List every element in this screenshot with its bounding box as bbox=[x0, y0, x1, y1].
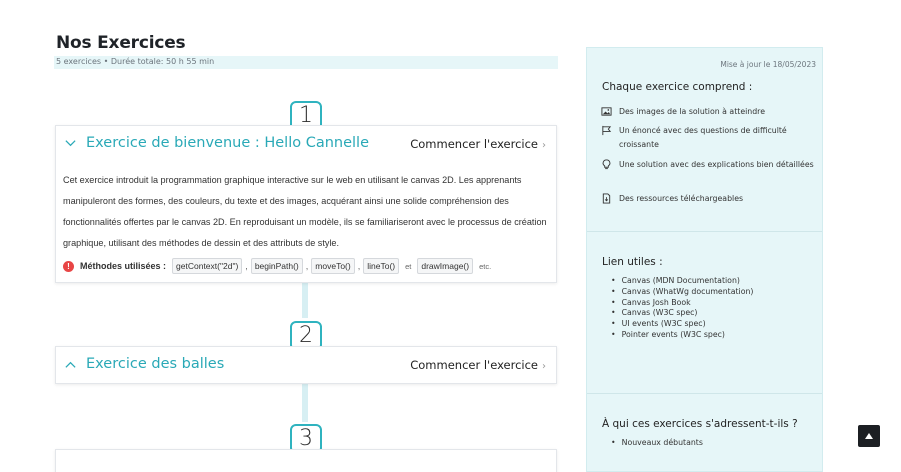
lightbulb-icon bbox=[602, 159, 611, 170]
method-code: moveTo() bbox=[311, 258, 355, 274]
method-code: lineTo() bbox=[363, 258, 400, 274]
useful-link[interactable]: Canvas (MDN Documentation) bbox=[611, 276, 753, 287]
useful-link[interactable]: Canvas (W3C spec) bbox=[611, 308, 753, 319]
method-separator: , bbox=[245, 261, 248, 271]
method-code: getContext("2d") bbox=[172, 258, 243, 274]
useful-link[interactable]: Canvas (WhatWg documentation) bbox=[611, 287, 754, 298]
image-icon bbox=[601, 107, 612, 116]
chevron-right-icon: › bbox=[542, 140, 546, 151]
method-code: drawImage() bbox=[417, 258, 474, 274]
start-exercise-label[interactable]: Commencer l'exercice bbox=[410, 137, 538, 151]
methods-and: et bbox=[405, 261, 412, 271]
include-item: Une solution avec des explications bien … bbox=[601, 158, 816, 172]
caret-up-icon bbox=[865, 433, 873, 439]
exercise-card: Exercice de bienvenue : Hello Cannelle C… bbox=[55, 125, 557, 283]
page-subtitle: 5 exercices • Durée totale: 50 h 55 min bbox=[56, 57, 215, 66]
exercise-card: Exercice des balles Commencer l'exercice… bbox=[55, 346, 557, 384]
exercise-description: Cet exercice introduit la programmation … bbox=[63, 175, 547, 248]
exercise-title[interactable]: Exercice de bienvenue : Hello Cannelle bbox=[86, 135, 369, 151]
scroll-to-top-button[interactable] bbox=[858, 425, 880, 447]
chevron-down-icon[interactable] bbox=[64, 137, 77, 150]
links-heading: Lien utiles : bbox=[602, 256, 663, 268]
exercise-card-header[interactable]: Exercice de bienvenue : Hello Cannelle C… bbox=[56, 126, 556, 162]
include-item: Des ressources téléchargeables bbox=[601, 192, 816, 206]
useful-link[interactable]: Pointer events (W3C spec) bbox=[611, 330, 753, 341]
exercise-card bbox=[55, 449, 557, 472]
flag-icon bbox=[602, 125, 612, 136]
includes-heading: Chaque exercice comprend : bbox=[602, 81, 753, 93]
start-exercise-link[interactable]: Commencer l'exercice › bbox=[410, 358, 546, 372]
sidebar: Mise à jour le 18/05/2023 Chaque exercic… bbox=[586, 47, 823, 472]
include-item: Un énoncé avec des questions de difficul… bbox=[601, 124, 816, 152]
timeline-connector bbox=[302, 384, 308, 422]
methods-etc: etc. bbox=[479, 261, 492, 271]
useful-links: Canvas (MDN Documentation) Canvas (WhatW… bbox=[611, 276, 754, 341]
sidebar-divider bbox=[587, 231, 822, 232]
methods-used: ! Méthodes utilisées : getContext("2d"),… bbox=[63, 258, 495, 274]
exercise-card-header[interactable]: Exercice des balles Commencer l'exercice… bbox=[56, 347, 556, 383]
start-exercise-label[interactable]: Commencer l'exercice bbox=[410, 358, 538, 372]
updated-date: Mise à jour le 18/05/2023 bbox=[720, 60, 816, 69]
audience-heading: À qui ces exercices s'adressent-t-ils ? bbox=[602, 418, 798, 430]
useful-link[interactable]: Canvas Josh Book bbox=[611, 298, 753, 309]
useful-link[interactable]: UI events (W3C spec) bbox=[611, 319, 753, 330]
method-code: beginPath() bbox=[250, 258, 303, 274]
include-item-text: Un énoncé avec des questions de difficul… bbox=[619, 126, 787, 149]
include-item-text: Une solution avec des explications bien … bbox=[619, 160, 814, 169]
page-title: Nos Exercices bbox=[56, 33, 186, 53]
timeline-connector bbox=[302, 283, 308, 318]
methods-label: Méthodes utilisées : bbox=[80, 261, 167, 271]
include-item: Des images de la solution à atteindre bbox=[601, 105, 816, 119]
audience-item: Nouveaux débutants bbox=[611, 438, 703, 449]
method-separator: , bbox=[305, 261, 309, 271]
audience-list: Nouveaux débutants bbox=[611, 438, 703, 449]
chevron-up-icon[interactable] bbox=[64, 358, 77, 371]
file-icon bbox=[602, 193, 611, 204]
chevron-right-icon: › bbox=[542, 361, 546, 372]
include-item-text: Des images de la solution à atteindre bbox=[619, 107, 766, 116]
sidebar-divider bbox=[587, 393, 822, 394]
method-separator: , bbox=[357, 261, 361, 271]
start-exercise-link[interactable]: Commencer l'exercice › bbox=[410, 137, 546, 151]
exercise-title[interactable]: Exercice des balles bbox=[86, 356, 224, 372]
alert-icon: ! bbox=[63, 260, 74, 272]
include-item-text: Des ressources téléchargeables bbox=[619, 194, 744, 203]
